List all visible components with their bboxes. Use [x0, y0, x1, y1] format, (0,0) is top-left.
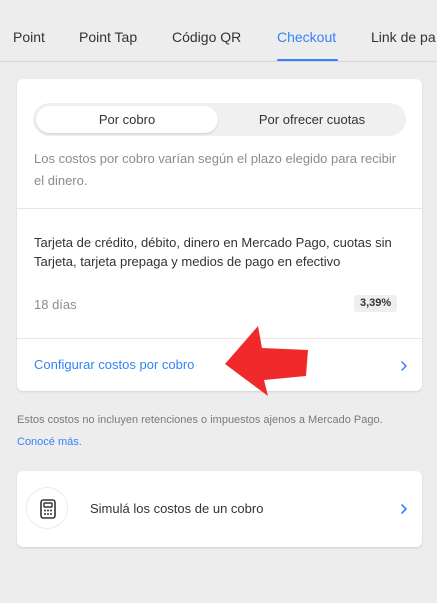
segmented-control: Por cobro Por ofrecer cuotas [33, 103, 406, 136]
costs-note-text: Estos costos no incluyen retenciones o i… [17, 414, 383, 426]
simulate-label: Simulá los costos de un cobro [90, 501, 264, 516]
costs-description: Los costos por cobro varían según el pla… [34, 151, 397, 188]
segment-por-cobro[interactable]: Por cobro [36, 106, 218, 133]
divider [17, 208, 422, 209]
active-tab-indicator [277, 59, 338, 61]
settlement-days: 18 días [34, 297, 77, 312]
segment-por-ofrecer-cuotas[interactable]: Por ofrecer cuotas [221, 106, 403, 133]
tab-point-tap[interactable]: Point Tap [79, 29, 137, 45]
costs-card: Por cobro Por ofrecer cuotas Los costos … [17, 79, 422, 391]
configure-costs-link[interactable]: Configurar costos por cobro [34, 357, 194, 372]
calculator-icon [40, 499, 56, 519]
chevron-right-icon[interactable] [398, 503, 410, 515]
chevron-right-icon[interactable] [398, 360, 410, 372]
red-arrow-icon [225, 326, 308, 396]
costs-note: Estos costos no incluyen retenciones o i… [17, 409, 412, 453]
tab-bar: Point Point Tap Código QR Checkout Link … [0, 0, 437, 62]
tab-checkout[interactable]: Checkout [277, 29, 336, 45]
calculator-icon-circle [26, 487, 68, 529]
tab-link-de-pago[interactable]: Link de pa [371, 29, 436, 45]
payment-methods-title: Tarjeta de crédito, débito, dinero en Me… [34, 235, 392, 269]
rate-badge: 3,39% [354, 295, 398, 312]
learn-more-link[interactable]: Conocé más. [17, 436, 82, 448]
tab-point[interactable]: Point [13, 29, 45, 45]
tab-codigo-qr[interactable]: Código QR [172, 29, 241, 45]
divider [17, 338, 422, 339]
simulate-card[interactable]: Simulá los costos de un cobro [17, 471, 422, 547]
